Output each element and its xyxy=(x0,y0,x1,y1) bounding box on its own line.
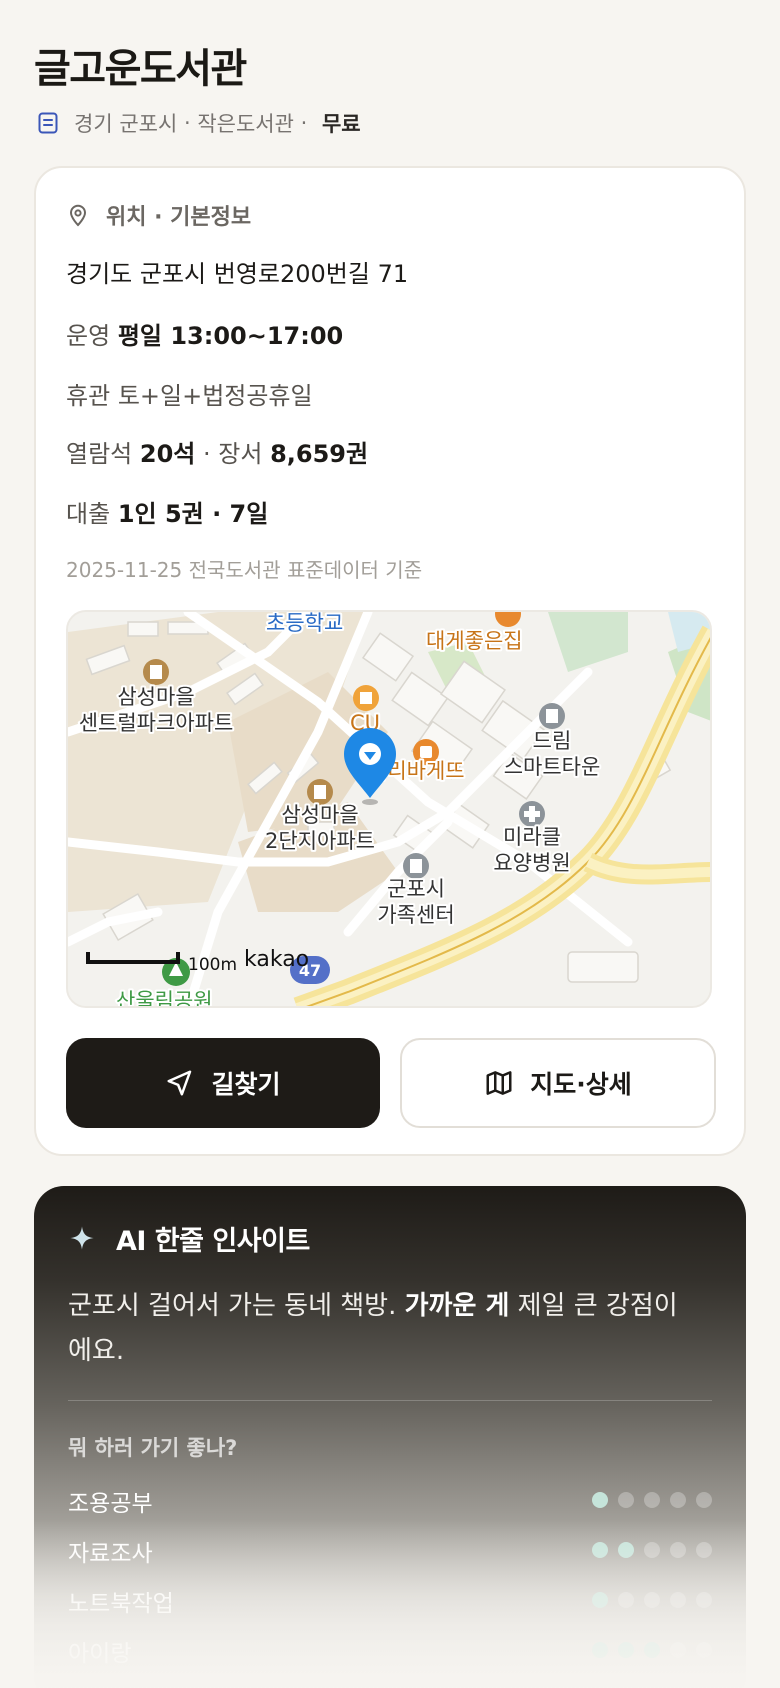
activity-rating xyxy=(592,1542,712,1558)
map-label-family-center-b: 가족센터 xyxy=(377,903,454,927)
scale-label: 100m xyxy=(188,955,237,975)
library-meta: 경기 군포시 · 작은도서관 · 무료 xyxy=(36,108,361,138)
rating-dot-empty xyxy=(670,1542,686,1558)
loan-value: 1인 5권 · 7일 xyxy=(117,500,269,528)
map-label-park: 산울림공원 xyxy=(116,989,213,1008)
hours-value: 평일 13:00~17:00 xyxy=(117,322,344,350)
library-detail-page: 글고운도서관 경기 군포시 · 작은도서관 · 무료 위치 · 기본정보 경기도… xyxy=(0,0,780,1688)
books-value: 8,659권 xyxy=(270,440,369,468)
books-label: · 장서 xyxy=(195,440,271,468)
map-poi-apartment xyxy=(307,779,333,805)
activity-row: 노트북작업 xyxy=(68,1584,712,1618)
map-label-restaurant: 대게좋은집 xyxy=(426,629,523,653)
activity-label: 조용공부 xyxy=(68,1491,153,1517)
address-text: 경기도 군포시 번영로200번길 71 xyxy=(66,260,409,288)
rating-dot-empty xyxy=(618,1592,634,1608)
sparkle-icon xyxy=(70,1226,94,1250)
map-label-apartment-1: 삼성마을 xyxy=(117,685,194,709)
rating-dot-filled xyxy=(592,1642,608,1658)
map-label-apartment-2: 삼성마을 xyxy=(281,803,358,827)
navigation-arrow-icon xyxy=(167,1070,192,1096)
location-pin-icon xyxy=(69,204,87,227)
ai-insight-text: 군포시 걸어서 가는 동네 책방. 가까운 게 제일 큰 강점이에요. xyxy=(68,1284,688,1374)
rating-dot-empty xyxy=(618,1492,634,1508)
section-header: 위치 · 기본정보 xyxy=(66,200,251,230)
seats-label: 열람석 xyxy=(66,440,133,468)
document-icon xyxy=(38,112,58,134)
library-type: 작은도서관 xyxy=(197,112,294,136)
map-icon xyxy=(486,1071,512,1095)
map-detail-button[interactable]: 지도·상세 xyxy=(400,1038,716,1128)
data-source-note: 2025-11-25 전국도서관 표준데이터 기준 xyxy=(66,558,423,582)
ai-insight-title: AI 한줄 인사이트 xyxy=(116,1225,310,1257)
map-label-apartment-2b: 2단지아파트 xyxy=(265,829,375,853)
map-label-school: 초등학교 xyxy=(266,612,343,635)
rating-dot-filled xyxy=(644,1642,660,1658)
directions-label: 길찾기 xyxy=(211,1070,281,1099)
map-label-dream: 드림 xyxy=(533,729,572,753)
activity-label: 노트북작업 xyxy=(68,1591,174,1617)
ai-insight-card: AI 한줄 인사이트 군포시 걸어서 가는 동네 책방. 가까운 게 제일 큰 … xyxy=(34,1186,746,1688)
map-poi-building xyxy=(403,853,429,879)
map-poi-apartment xyxy=(143,659,169,685)
rating-dot-filled xyxy=(592,1492,608,1508)
capacity-row: 열람석 20석 · 장서 8,659권 xyxy=(66,434,368,469)
activity-row: 조용공부 xyxy=(68,1484,712,1518)
activity-label: 아이랑 xyxy=(68,1641,132,1667)
rating-dot-empty xyxy=(696,1592,712,1608)
rating-dot-filled xyxy=(592,1542,608,1558)
separator: · xyxy=(177,111,198,135)
closed-value: 토+일+법정공휴일 xyxy=(117,382,313,410)
activity-rating xyxy=(592,1492,712,1508)
hours-label: 운영 xyxy=(66,322,111,350)
rating-dot-empty xyxy=(696,1492,712,1508)
map-poi-store xyxy=(353,685,379,711)
section-title: 위치 · 기본정보 xyxy=(106,205,252,230)
rating-dot-empty xyxy=(696,1642,712,1658)
map-poi-hospital xyxy=(519,801,545,827)
map-detail-label: 지도·상세 xyxy=(530,1070,632,1099)
map-brand-logo: kakao xyxy=(244,947,309,972)
activity-question: 뭐 하러 가기 좋나? xyxy=(68,1436,238,1460)
activity-row: 자료조사 xyxy=(68,1534,712,1568)
ai-text-highlight: 가까운 게 xyxy=(404,1291,510,1321)
activity-rating xyxy=(592,1642,712,1658)
rating-dot-filled xyxy=(618,1642,634,1658)
rating-dot-empty xyxy=(696,1542,712,1558)
rating-dot-filled xyxy=(618,1542,634,1558)
ai-text-prefix: 군포시 걸어서 가는 동네 책방. xyxy=(68,1291,405,1321)
divider xyxy=(68,1400,712,1401)
rating-dot-empty xyxy=(670,1492,686,1508)
map-label-hospital-b: 요양병원 xyxy=(493,851,570,875)
rating-dot-empty xyxy=(644,1542,660,1558)
activity-label: 자료조사 xyxy=(68,1541,153,1567)
closed-row: 휴관 토+일+법정공휴일 xyxy=(66,376,313,411)
rating-dot-filled xyxy=(592,1592,608,1608)
map-poi-building xyxy=(539,703,565,729)
loan-row: 대출 1인 5권 · 7일 xyxy=(66,494,268,529)
info-card: 위치 · 기본정보 경기도 군포시 번영로200번길 71 운영 평일 13:0… xyxy=(34,166,746,1156)
activity-row: 아이랑 xyxy=(68,1634,712,1668)
closed-label: 휴관 xyxy=(66,382,111,410)
rating-dot-empty xyxy=(670,1592,686,1608)
map-label-family-center: 군포시 xyxy=(387,877,445,901)
loan-label: 대출 xyxy=(66,500,111,528)
location-map[interactable]: 초등학교 대게좋은집 삼성마을 센트럴파크아파트 CU 파리바게뜨 드림 스마트… xyxy=(66,610,712,1008)
activity-rating xyxy=(592,1592,712,1608)
rating-dot-empty xyxy=(670,1642,686,1658)
rating-dot-empty xyxy=(644,1592,660,1608)
rating-dot-empty xyxy=(644,1492,660,1508)
seats-value: 20석 xyxy=(139,440,196,468)
map-label-apartment-1b: 센트럴파크아파트 xyxy=(79,711,234,735)
separator: · xyxy=(293,111,314,135)
fee-badge: 무료 xyxy=(321,112,361,136)
hours-row: 운영 평일 13:00~17:00 xyxy=(66,316,343,351)
region-text: 경기 군포시 xyxy=(74,112,178,136)
directions-button[interactable]: 길찾기 xyxy=(66,1038,380,1128)
ai-insight-header: AI 한줄 인사이트 xyxy=(68,1220,310,1257)
page-title: 글고운도서관 xyxy=(34,46,247,92)
map-label-hospital: 미라클 xyxy=(503,825,561,849)
map-label-dream-b: 스마트타운 xyxy=(504,755,601,779)
